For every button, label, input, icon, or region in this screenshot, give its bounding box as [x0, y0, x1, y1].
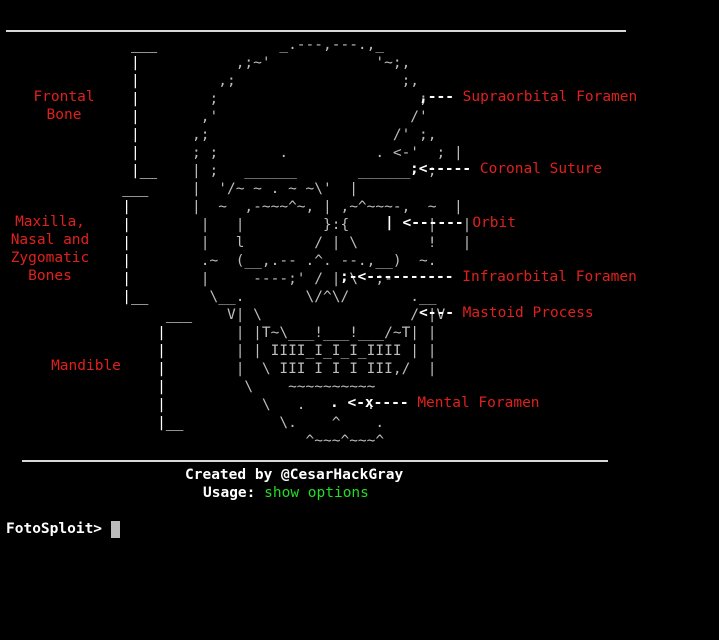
usage-command: show options — [264, 485, 369, 501]
label-mandible-text: Mandible — [51, 358, 121, 374]
text-cursor[interactable] — [111, 520, 121, 538]
pointer-orbit: | <------ Orbit — [385, 214, 516, 232]
pointer-arrow: . <-x---- — [330, 395, 409, 411]
pointer-label: Mastoid Process — [462, 305, 594, 321]
usage-label: Usage: — [203, 485, 256, 501]
top-separator — [6, 30, 626, 32]
credit-line: Created by @CesarHackGray — [185, 467, 404, 483]
label-frontal-bone: Frontal Bone — [30, 88, 98, 124]
pointer-label: Coronal Suture — [479, 161, 603, 177]
pointer-infraorbital-foramen: ;-<---------- Infraorbital Foramen — [340, 268, 637, 286]
pointer-arrow: ,--- — [419, 89, 454, 105]
pointer-label: Orbit — [472, 215, 516, 231]
label-mandible: Mandible — [48, 357, 124, 375]
pointer-mental-foramen: . <-x---- Mental Foramen — [330, 394, 540, 412]
pointer-label: Supraorbital Foramen — [462, 89, 638, 105]
pointer-supraorbital-foramen: ,--- Supraorbital Foramen — [419, 88, 637, 106]
label-maxilla-bones: Maxilla, Nasal and Zygomatic Bones — [2, 213, 98, 285]
prompt-text: FotoSploit> — [6, 521, 103, 537]
pointer-label: Mental Foramen — [417, 395, 540, 411]
bottom-separator — [22, 460, 608, 462]
pointer-arrow: ;<----- — [410, 161, 472, 177]
pointer-arrow: <--- — [419, 305, 454, 321]
pointer-arrow: | <------ — [385, 215, 464, 231]
label-frontal-text: Frontal Bone — [33, 89, 95, 123]
pointer-mastoid-process: <--- Mastoid Process — [419, 304, 594, 322]
command-prompt[interactable]: FotoSploit> — [6, 520, 121, 538]
pointer-arrow: ;-<---------- — [340, 269, 454, 285]
pointer-coronal-suture: ;<----- Coronal Suture — [410, 160, 602, 178]
pointer-label: Infraorbital Foramen — [462, 269, 637, 285]
usage-line: Usage: show options — [203, 484, 369, 502]
label-maxilla-text: Maxilla, Nasal and Zygomatic Bones — [10, 214, 90, 284]
